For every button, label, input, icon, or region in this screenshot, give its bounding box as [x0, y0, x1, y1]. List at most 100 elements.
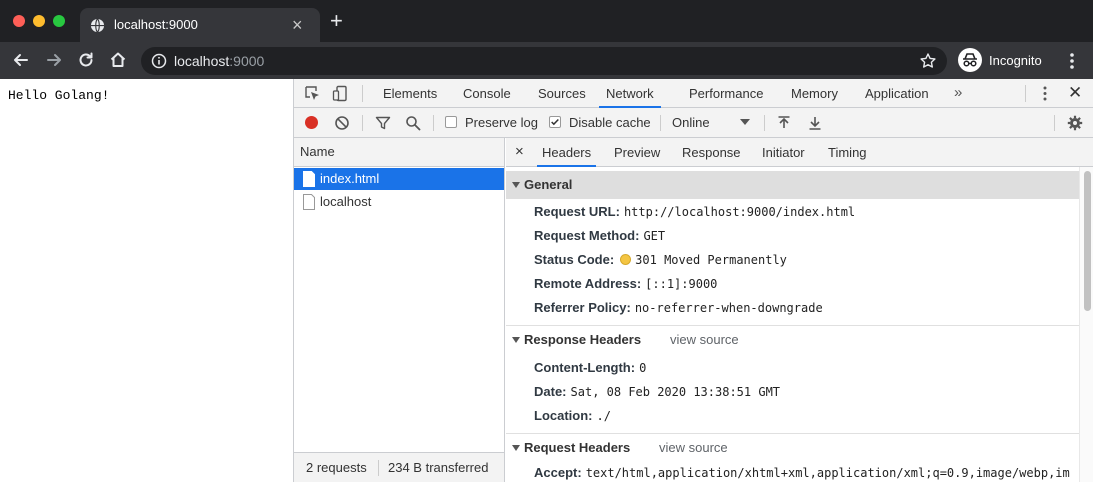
- device-toolbar-icon[interactable]: [332, 85, 349, 102]
- info-icon[interactable]: [151, 53, 167, 69]
- devtools-menu-icon[interactable]: [1038, 85, 1052, 102]
- inspect-element-icon[interactable]: [304, 85, 321, 102]
- separator: [764, 115, 765, 131]
- accept-row: Accept: text/html,application/xhtml+xml,a…: [534, 465, 1070, 480]
- separator: [378, 460, 379, 476]
- forward-arrow-icon[interactable]: [44, 50, 64, 70]
- chevron-down-icon[interactable]: [740, 119, 750, 125]
- transferred-size: 234 B transferred: [388, 460, 489, 475]
- separator: [1025, 85, 1026, 102]
- remote-address-row: Remote Address: [::1]:9000: [534, 276, 718, 291]
- request-headers-section-header[interactable]: Request Headers view source: [506, 434, 1079, 462]
- tab-headers[interactable]: Headers: [537, 138, 597, 167]
- devtools-panel: Elements Console Sources Network Perform…: [293, 79, 1093, 482]
- general-section-header[interactable]: General: [506, 171, 1079, 199]
- browser-title-bar: localhost:9000 × +: [0, 0, 1093, 42]
- close-window-button[interactable]: [13, 15, 25, 27]
- triangle-down-icon: [512, 445, 520, 451]
- browser-toolbar: localhost:9000 Incognito: [0, 42, 1093, 79]
- request-row-localhost[interactable]: localhost: [294, 191, 504, 213]
- detail-tabbar: × Headers Preview Response Initiator Tim…: [506, 138, 1093, 167]
- section-title: General: [524, 177, 573, 192]
- close-detail-icon[interactable]: ×: [515, 143, 524, 160]
- location-row: Location: ./: [534, 408, 611, 423]
- request-list: Name index.html localhost 2 requests 234…: [294, 138, 505, 482]
- new-tab-button[interactable]: +: [330, 10, 343, 32]
- browser-tab[interactable]: localhost:9000 ×: [80, 8, 320, 42]
- tab-network[interactable]: Network: [599, 79, 661, 108]
- tab-performance[interactable]: Performance: [688, 79, 764, 108]
- separator: [433, 115, 434, 131]
- preserve-log-checkbox[interactable]: [445, 116, 457, 128]
- tab-close-icon[interactable]: ×: [292, 16, 303, 34]
- request-count: 2 requests: [306, 460, 367, 475]
- section-title: Request Headers: [524, 440, 631, 455]
- minimize-window-button[interactable]: [33, 15, 45, 27]
- network-toolbar: Preserve log Disable cache Online: [294, 108, 1093, 138]
- page-viewport: Hello Golang!: [0, 79, 293, 482]
- tab-initiator[interactable]: Initiator: [762, 138, 805, 167]
- tab-console[interactable]: Console: [462, 79, 512, 108]
- tab-timing[interactable]: Timing: [828, 138, 867, 167]
- request-row-index-html[interactable]: index.html: [294, 168, 504, 190]
- tab-response[interactable]: Response: [682, 138, 741, 167]
- view-source-link[interactable]: view source: [659, 434, 728, 462]
- scrollbar-thumb[interactable]: [1084, 171, 1091, 311]
- separator: [660, 115, 661, 131]
- content-length-row: Content-Length: 0: [534, 360, 647, 375]
- tab-title: localhost:9000: [114, 17, 198, 32]
- triangle-down-icon: [512, 182, 520, 188]
- request-method-row: Request Method: GET: [534, 228, 666, 243]
- preserve-log-label[interactable]: Preserve log: [465, 115, 538, 130]
- back-arrow-icon[interactable]: [11, 50, 31, 70]
- separator: [362, 85, 363, 102]
- devtools-tabbar: Elements Console Sources Network Perform…: [294, 79, 1093, 108]
- reload-icon[interactable]: [76, 50, 96, 70]
- clear-icon[interactable]: [334, 115, 350, 131]
- request-name: index.html: [320, 171, 380, 186]
- network-summary-bar: 2 requests 234 B transferred: [294, 452, 504, 482]
- separator: [1054, 115, 1055, 131]
- zoom-window-button[interactable]: [53, 15, 65, 27]
- status-dot-icon: [620, 254, 632, 265]
- profile-label[interactable]: Incognito: [989, 53, 1042, 68]
- disable-cache-label[interactable]: Disable cache: [569, 115, 651, 130]
- page-body-text: Hello Golang!: [8, 88, 110, 103]
- import-har-icon[interactable]: [776, 115, 792, 131]
- date-row: Date: Sat, 08 Feb 2020 13:38:51 GMT: [534, 384, 781, 399]
- request-detail-pane: × Headers Preview Response Initiator Tim…: [506, 138, 1093, 482]
- document-icon: [303, 194, 315, 210]
- tab-memory[interactable]: Memory: [790, 79, 839, 108]
- export-har-icon[interactable]: [807, 115, 823, 131]
- disable-cache-checkbox[interactable]: [549, 116, 561, 128]
- home-icon[interactable]: [108, 50, 128, 70]
- request-name: localhost: [320, 194, 372, 209]
- referrer-policy-row: Referrer Policy: no-referrer-when-downgra…: [534, 300, 823, 315]
- tab-sources[interactable]: Sources: [537, 79, 587, 108]
- triangle-down-icon: [512, 337, 520, 343]
- incognito-icon[interactable]: [958, 48, 982, 72]
- globe-icon: [90, 18, 105, 33]
- name-column-header[interactable]: Name: [294, 138, 504, 167]
- section-title: Response Headers: [524, 332, 642, 347]
- document-icon: [303, 171, 315, 187]
- throttling-select[interactable]: Online: [672, 115, 710, 130]
- detail-scrollbar[interactable]: [1079, 167, 1093, 482]
- tab-application[interactable]: Application: [864, 79, 930, 108]
- filter-icon[interactable]: [375, 115, 391, 131]
- search-icon[interactable]: [405, 115, 421, 131]
- view-source-link[interactable]: view source: [670, 326, 739, 354]
- settings-gear-icon[interactable]: [1067, 115, 1083, 131]
- tab-elements[interactable]: Elements: [382, 79, 438, 108]
- address-bar[interactable]: localhost:9000: [141, 47, 947, 75]
- status-code-row: Status Code: 301 Moved Permanently: [534, 252, 787, 267]
- record-button[interactable]: [305, 116, 318, 129]
- url-text: localhost:9000: [174, 53, 265, 69]
- bookmark-star-icon[interactable]: [919, 52, 937, 70]
- browser-menu-icon[interactable]: [1064, 51, 1080, 71]
- close-devtools-icon[interactable]: ✕: [1068, 84, 1082, 102]
- tab-preview[interactable]: Preview: [614, 138, 660, 167]
- response-headers-section-header[interactable]: Response Headers view source: [506, 326, 1079, 354]
- separator: [362, 115, 363, 131]
- more-tabs-button[interactable]: »: [954, 84, 962, 101]
